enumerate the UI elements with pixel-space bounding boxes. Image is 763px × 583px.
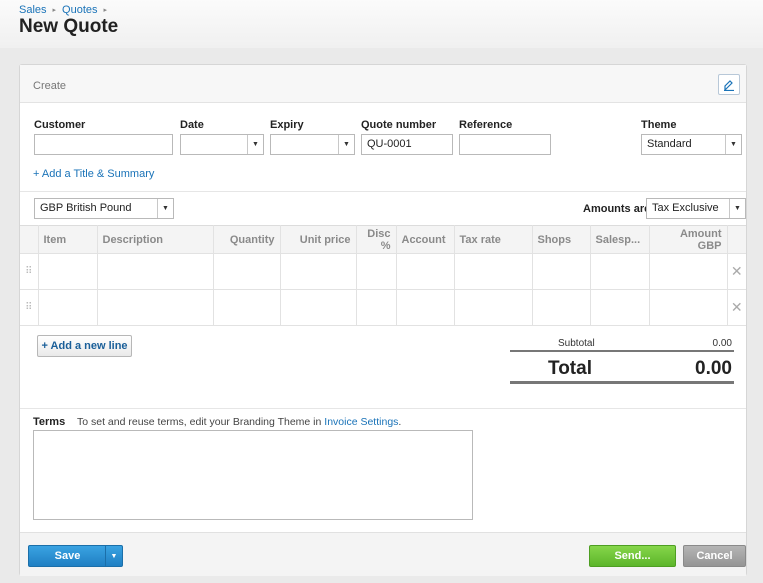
chevron-down-icon[interactable]: ▼: [157, 199, 173, 218]
account-cell[interactable]: [395, 253, 455, 290]
item-cell[interactable]: [37, 253, 98, 290]
quote-number-field[interactable]: QU-0001: [361, 134, 453, 155]
column-header-quantity: Quantity: [212, 225, 281, 254]
theme-select[interactable]: Standard ▼: [641, 134, 742, 155]
amounts-are-value: Tax Exclusive: [652, 202, 719, 214]
expiry-label: Expiry: [270, 119, 304, 131]
chevron-down-icon[interactable]: ▼: [247, 135, 263, 154]
quantity-cell[interactable]: [212, 253, 281, 290]
drag-handle-icon[interactable]: ⠿: [20, 253, 39, 290]
theme-value: Standard: [647, 138, 692, 150]
column-header-salesperson: Salesp...: [589, 225, 650, 254]
discount-cell[interactable]: [355, 289, 397, 326]
chevron-down-icon[interactable]: ▼: [105, 546, 122, 566]
shops-cell[interactable]: [531, 289, 591, 326]
quote-form-card: Create Customer Date Expiry Quote number…: [19, 64, 747, 576]
divider: [20, 191, 746, 192]
terms-hint-text: To set and reuse terms, edit your Brandi…: [77, 416, 325, 428]
total-row: Total 0.00: [510, 352, 734, 384]
terms-label: Terms: [33, 416, 66, 428]
save-button-label[interactable]: Save: [29, 546, 106, 566]
save-button[interactable]: Save ▼: [28, 545, 123, 567]
delete-row-icon[interactable]: ✕: [726, 289, 746, 326]
unit-price-cell[interactable]: [279, 253, 357, 290]
breadcrumb-separator-icon: ▸: [103, 7, 108, 14]
chevron-down-icon[interactable]: ▼: [338, 135, 354, 154]
total-label: Total: [548, 358, 592, 379]
breadcrumb-sales[interactable]: Sales: [19, 4, 47, 16]
add-title-summary-link[interactable]: + Add a Title & Summary: [33, 168, 154, 180]
theme-label: Theme: [641, 119, 677, 131]
page-header: Sales ▸ Quotes ▸ New Quote: [0, 0, 763, 48]
form-footer: Save ▼ Send... Cancel: [20, 532, 746, 576]
totals-panel: Subtotal 0.00 Total 0.00: [510, 336, 734, 384]
table-header-row: Item Description Quantity Unit price Dis…: [20, 225, 746, 254]
currency-value: GBP British Pound: [40, 202, 132, 214]
column-header-item: Item: [37, 225, 98, 254]
amounts-are-label: Amounts are: [583, 203, 651, 215]
edit-button[interactable]: [718, 74, 740, 95]
salesperson-cell[interactable]: [589, 253, 650, 290]
card-header: Create: [20, 65, 746, 103]
chevron-down-icon[interactable]: ▼: [725, 135, 741, 154]
delete-row-icon[interactable]: ✕: [726, 253, 746, 290]
table-row: ⠿ ✕: [20, 289, 746, 326]
subtotal-row: Subtotal 0.00: [510, 336, 734, 352]
subtotal-value: 0.00: [712, 338, 732, 349]
create-label: Create: [33, 80, 67, 92]
terms-hint: To set and reuse terms, edit your Brandi…: [77, 416, 401, 428]
discount-cell[interactable]: [355, 253, 397, 290]
customer-field[interactable]: [34, 134, 173, 155]
breadcrumb: Sales ▸ Quotes ▸: [19, 4, 113, 16]
date-label: Date: [180, 119, 204, 131]
column-header-discount: Disc %: [355, 225, 397, 254]
description-cell[interactable]: [96, 289, 214, 326]
column-header-account: Account: [395, 225, 455, 254]
unit-price-cell[interactable]: [279, 289, 357, 326]
amounts-are-select[interactable]: Tax Exclusive ▼: [646, 198, 746, 219]
amount-cell: [648, 253, 728, 290]
column-header-delete: [726, 225, 746, 254]
account-cell[interactable]: [395, 289, 455, 326]
drag-handle-icon[interactable]: ⠿: [20, 289, 39, 326]
column-header-shops: Shops: [531, 225, 591, 254]
quantity-cell[interactable]: [212, 289, 281, 326]
item-cell[interactable]: [37, 289, 98, 326]
currency-select[interactable]: GBP British Pound ▼: [34, 198, 174, 219]
column-header-grip: [20, 225, 39, 254]
edit-icon: [724, 79, 734, 91]
table-row: ⠿ ✕: [20, 253, 746, 290]
amount-cell: [648, 289, 728, 326]
add-new-line-button[interactable]: + Add a new line: [37, 335, 132, 357]
send-button[interactable]: Send...: [589, 545, 676, 567]
divider: [20, 408, 746, 409]
total-value: 0.00: [695, 358, 732, 379]
customer-label: Customer: [34, 119, 86, 131]
description-cell[interactable]: [96, 253, 214, 290]
cancel-button[interactable]: Cancel: [683, 545, 746, 567]
column-header-unit-price: Unit price: [279, 225, 357, 254]
quote-number-label: Quote number: [361, 119, 437, 131]
date-field[interactable]: ▼: [180, 134, 264, 155]
chevron-down-icon[interactable]: ▼: [729, 199, 745, 218]
breadcrumb-separator-icon: ▸: [52, 7, 57, 14]
tax-rate-cell[interactable]: [453, 253, 533, 290]
expiry-field[interactable]: ▼: [270, 134, 355, 155]
column-header-amount: Amount GBP: [648, 225, 728, 254]
breadcrumb-quotes[interactable]: Quotes: [62, 4, 97, 16]
tax-rate-cell[interactable]: [453, 289, 533, 326]
reference-label: Reference: [459, 119, 513, 131]
salesperson-cell[interactable]: [589, 289, 650, 326]
shops-cell[interactable]: [531, 253, 591, 290]
column-header-tax-rate: Tax rate: [453, 225, 533, 254]
terms-textarea[interactable]: [33, 430, 473, 520]
subtotal-label: Subtotal: [558, 338, 595, 349]
invoice-settings-link[interactable]: Invoice Settings: [324, 416, 398, 428]
reference-field[interactable]: [459, 134, 551, 155]
line-items-table: Item Description Quantity Unit price Dis…: [20, 225, 746, 326]
column-header-description: Description: [96, 225, 214, 254]
terms-hint-period: .: [398, 416, 402, 428]
page-title: New Quote: [19, 16, 119, 37]
